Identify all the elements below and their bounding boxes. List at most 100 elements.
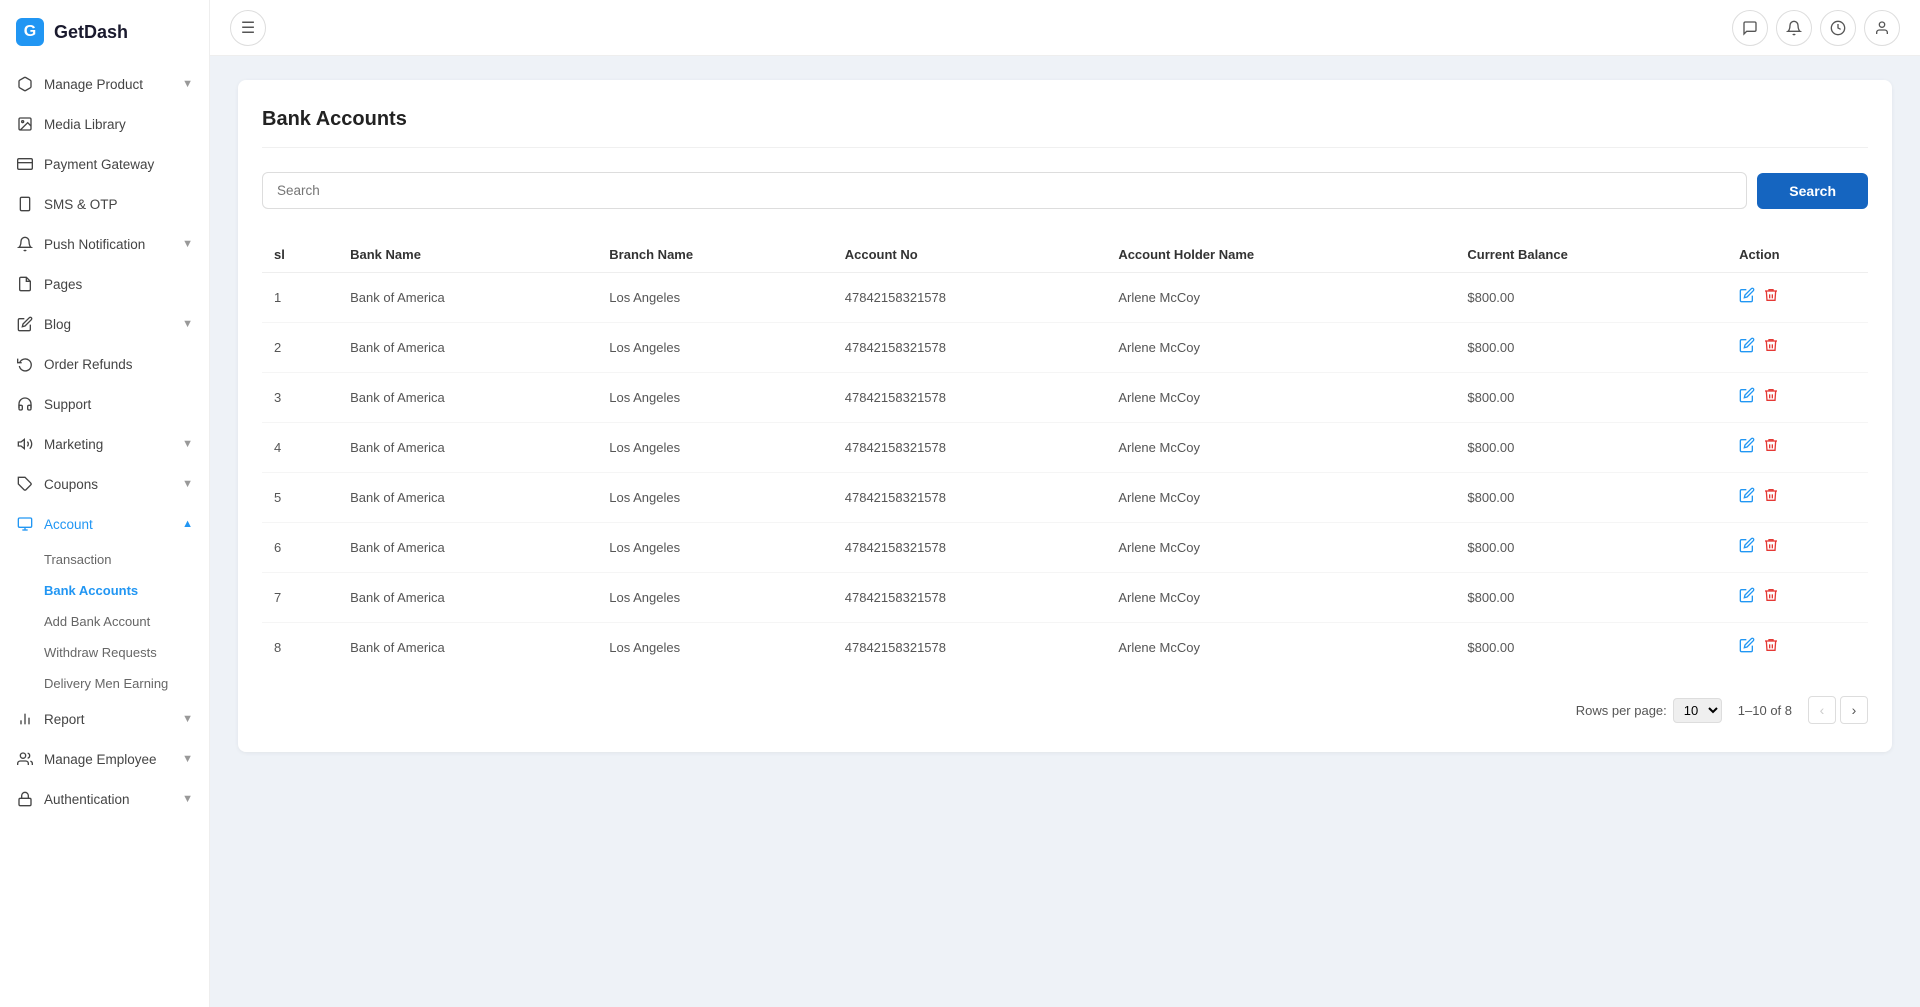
- sub-item-add-bank-account[interactable]: Add Bank Account: [44, 606, 209, 637]
- sub-item-delivery-men-earning[interactable]: Delivery Men Earning: [44, 668, 209, 699]
- table-cell-sl: 5: [262, 473, 338, 523]
- delete-button[interactable]: [1763, 287, 1779, 308]
- table-row: 3Bank of AmericaLos Angeles4784215832157…: [262, 373, 1868, 423]
- delete-button[interactable]: [1763, 437, 1779, 458]
- delete-button[interactable]: [1763, 337, 1779, 358]
- table-cell-account-no: 47842158321578: [833, 323, 1107, 373]
- users-icon: [16, 750, 34, 768]
- table-cell-sl: 4: [262, 423, 338, 473]
- topbar-icons: [1732, 10, 1900, 46]
- table-body: 1Bank of AmericaLos Angeles4784215832157…: [262, 273, 1868, 673]
- sidebar-item-account[interactable]: Account ▲: [0, 504, 209, 544]
- edit-button[interactable]: [1739, 637, 1755, 658]
- table-cell-branch-name: Los Angeles: [597, 523, 832, 573]
- pagination-buttons: ‹ ›: [1808, 696, 1868, 724]
- edit-button[interactable]: [1739, 487, 1755, 508]
- table-cell-bank-name: Bank of America: [338, 623, 597, 673]
- table-cell-action: [1727, 523, 1868, 573]
- sidebar-item-support[interactable]: Support: [0, 384, 209, 424]
- clock-icon-button[interactable]: [1820, 10, 1856, 46]
- sidebar-nav: Manage Product ▼ Media Library Payment G…: [0, 64, 209, 819]
- chevron-icon: ▼: [182, 238, 193, 250]
- table-header-row: slBank NameBranch NameAccount NoAccount …: [262, 237, 1868, 273]
- notification-icon-button[interactable]: [1776, 10, 1812, 46]
- action-buttons: [1739, 487, 1856, 508]
- sidebar-item-pages[interactable]: Pages: [0, 264, 209, 304]
- sub-item-withdraw-requests[interactable]: Withdraw Requests: [44, 637, 209, 668]
- table-cell-action: [1727, 273, 1868, 323]
- headset-icon: [16, 395, 34, 413]
- sidebar-item-label: Coupons: [44, 477, 98, 492]
- edit-button[interactable]: [1739, 537, 1755, 558]
- edit-button[interactable]: [1739, 337, 1755, 358]
- sub-item-bank-accounts[interactable]: Bank Accounts: [44, 575, 209, 606]
- table-cell-action: [1727, 623, 1868, 673]
- table-cell-current-balance: $800.00: [1455, 323, 1727, 373]
- table-cell-action: [1727, 473, 1868, 523]
- table-cell-sl: 1: [262, 273, 338, 323]
- sub-item-transaction[interactable]: Transaction: [44, 544, 209, 575]
- delete-button[interactable]: [1763, 637, 1779, 658]
- search-input[interactable]: [262, 172, 1747, 209]
- sidebar-item-authentication[interactable]: Authentication ▼: [0, 779, 209, 819]
- rows-per-page-select[interactable]: 10 25 50: [1673, 698, 1722, 723]
- pagination-prev-button[interactable]: ‹: [1808, 696, 1836, 724]
- box-icon: [16, 75, 34, 93]
- delete-button[interactable]: [1763, 487, 1779, 508]
- tag-icon: [16, 475, 34, 493]
- user-icon-button[interactable]: [1864, 10, 1900, 46]
- rows-per-page: Rows per page: 10 25 50: [1576, 698, 1722, 723]
- sidebar-item-order-refunds[interactable]: Order Refunds: [0, 344, 209, 384]
- table-cell-account-no: 47842158321578: [833, 573, 1107, 623]
- search-button[interactable]: Search: [1757, 173, 1868, 209]
- sidebar-item-manage-employee[interactable]: Manage Employee ▼: [0, 739, 209, 779]
- credit-card-icon: [16, 155, 34, 173]
- sidebar-item-label: Blog: [44, 317, 71, 332]
- table-cell-account-no: 47842158321578: [833, 373, 1107, 423]
- sidebar-item-label: Marketing: [44, 437, 103, 452]
- sidebar-item-sms-otp[interactable]: SMS & OTP: [0, 184, 209, 224]
- table-cell-action: [1727, 423, 1868, 473]
- app-name: GetDash: [54, 22, 128, 43]
- sidebar-item-push-notification[interactable]: Push Notification ▼: [0, 224, 209, 264]
- refresh-icon: [16, 355, 34, 373]
- table-cell-action: [1727, 323, 1868, 373]
- table-cell-sl: 8: [262, 623, 338, 673]
- pagination-next-button[interactable]: ›: [1840, 696, 1868, 724]
- sidebar-item-coupons[interactable]: Coupons ▼: [0, 464, 209, 504]
- image-icon: [16, 115, 34, 133]
- table-cell-account-holder-name: Arlene McCoy: [1106, 423, 1455, 473]
- edit-button[interactable]: [1739, 387, 1755, 408]
- table-row: 6Bank of AmericaLos Angeles4784215832157…: [262, 523, 1868, 573]
- table-header-account-no: Account No: [833, 237, 1107, 273]
- page-card: Bank Accounts Search slBank NameBranch N…: [238, 80, 1892, 752]
- sidebar-item-payment-gateway[interactable]: Payment Gateway: [0, 144, 209, 184]
- chat-icon-button[interactable]: [1732, 10, 1768, 46]
- app-logo[interactable]: G GetDash: [0, 0, 209, 64]
- table-cell-action: [1727, 373, 1868, 423]
- sidebar-item-blog[interactable]: Blog ▼: [0, 304, 209, 344]
- table-cell-account-no: 47842158321578: [833, 423, 1107, 473]
- table-cell-sl: 6: [262, 523, 338, 573]
- delete-button[interactable]: [1763, 387, 1779, 408]
- search-bar-row: Search: [262, 172, 1868, 209]
- action-buttons: [1739, 437, 1856, 458]
- sidebar-item-marketing[interactable]: Marketing ▼: [0, 424, 209, 464]
- edit-button[interactable]: [1739, 437, 1755, 458]
- table-cell-account-holder-name: Arlene McCoy: [1106, 523, 1455, 573]
- table-header-account-holder-name: Account Holder Name: [1106, 237, 1455, 273]
- menu-toggle-button[interactable]: ☰: [230, 10, 266, 46]
- table-cell-action: [1727, 573, 1868, 623]
- bell-icon: [16, 235, 34, 253]
- edit-button[interactable]: [1739, 587, 1755, 608]
- sidebar-item-manage-product[interactable]: Manage Product ▼: [0, 64, 209, 104]
- sidebar-item-label: Pages: [44, 277, 82, 292]
- chevron-icon: ▲: [182, 518, 193, 530]
- sidebar-item-media-library[interactable]: Media Library: [0, 104, 209, 144]
- delete-button[interactable]: [1763, 537, 1779, 558]
- sidebar-item-report[interactable]: Report ▼: [0, 699, 209, 739]
- edit-button[interactable]: [1739, 287, 1755, 308]
- delete-button[interactable]: [1763, 587, 1779, 608]
- table-header-current-balance: Current Balance: [1455, 237, 1727, 273]
- table-cell-account-holder-name: Arlene McCoy: [1106, 473, 1455, 523]
